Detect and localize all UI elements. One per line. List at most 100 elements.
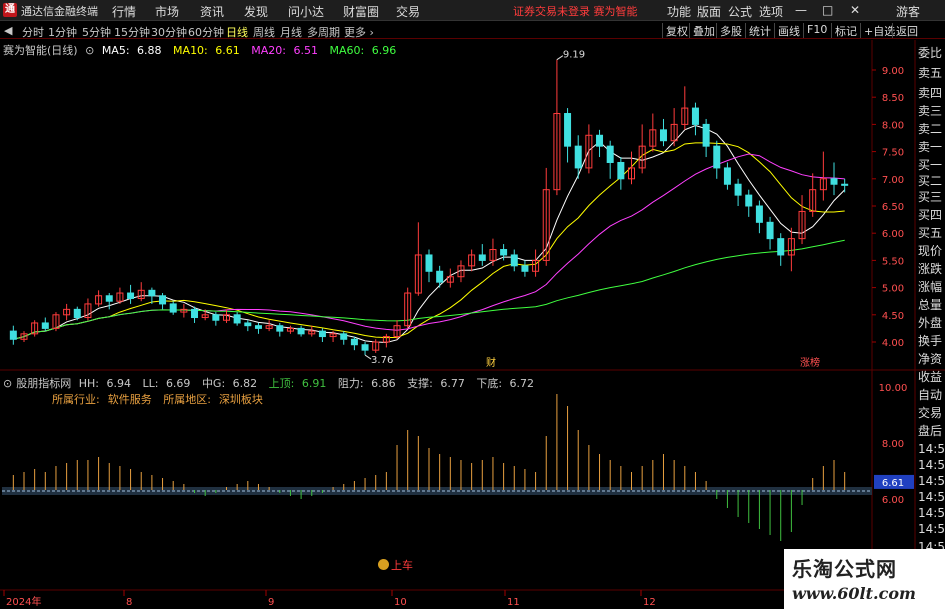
candle-body xyxy=(169,303,177,313)
side-panel-item[interactable]: 买四 xyxy=(918,206,942,223)
kline-chart[interactable]: 9.00 8.50 8.00 7.50 7.00 6.50 6.00 5.50 5.00 4.50… xyxy=(0,40,945,609)
side-panel-item[interactable]: 交易 xyxy=(918,404,942,421)
menu-item-function[interactable]: 功能 xyxy=(667,3,691,20)
menu-item-news[interactable]: 资讯 xyxy=(200,3,224,20)
menu-item-options[interactable]: 选项 xyxy=(759,3,783,20)
side-panel-item[interactable]: 买五 xyxy=(918,224,942,241)
period-tab-monthly[interactable]: 月线 xyxy=(280,24,302,40)
button-f10[interactable]: F10 xyxy=(803,23,830,38)
button-mark[interactable]: 标记 xyxy=(831,23,860,38)
side-panel-item[interactable]: 卖二 xyxy=(918,120,942,137)
side-panel-item[interactable]: 14:56 xyxy=(918,522,945,536)
menu-item-formula[interactable]: 公式 xyxy=(728,3,752,20)
date-tick-label: 12 xyxy=(643,597,656,608)
promo-text[interactable]: 证券交易未登录 赛为智能 xyxy=(513,3,638,19)
side-panel-item[interactable]: 净资 xyxy=(918,350,942,367)
side-panel-item[interactable]: 总量 xyxy=(918,296,942,313)
side-panel-item[interactable]: 卖三 xyxy=(918,102,942,119)
indicator-tick-label: 6.61 xyxy=(882,478,904,489)
side-panel-item[interactable]: 现价 xyxy=(918,242,942,259)
candle-body xyxy=(9,330,17,340)
price-tick-label: 9.00 xyxy=(882,66,904,77)
stock-name: 赛为智能 xyxy=(3,44,47,57)
candle-body xyxy=(425,254,433,272)
side-panel-item[interactable]: 买一 xyxy=(918,156,942,173)
candle-body xyxy=(659,129,667,142)
side-panel-item[interactable]: 自动 xyxy=(918,386,942,403)
side-panel-item[interactable]: 14:56 xyxy=(918,474,945,488)
candle-body xyxy=(361,344,369,351)
menu-item-exchange[interactable]: 市场 xyxy=(155,3,179,20)
collapse-icon[interactable]: ⊙ xyxy=(85,44,94,57)
candle-body xyxy=(777,238,785,256)
candle-body xyxy=(734,183,742,196)
side-panel-item[interactable]: 14:56 xyxy=(918,442,945,456)
minimize-icon[interactable]: — xyxy=(795,3,807,17)
period-tab-timeshare[interactable]: 分时 xyxy=(22,24,44,40)
side-panel-item[interactable]: 14:56 xyxy=(918,490,945,504)
side-panel-item[interactable]: 盘后 xyxy=(918,422,942,439)
period-tab-multi[interactable]: 多周期 xyxy=(307,24,340,40)
menu-item-wealth[interactable]: 财富圈 xyxy=(343,3,379,20)
menu-item-market[interactable]: 行情 xyxy=(112,3,136,20)
period-tab-30min[interactable]: 30分钟 xyxy=(151,24,187,40)
period-tab-15min[interactable]: 15分钟 xyxy=(114,24,150,40)
period-tab-more[interactable]: 更多 › xyxy=(344,24,374,40)
period-tab-weekly[interactable]: 周线 xyxy=(253,24,275,40)
toggle-icon[interactable]: ◀ xyxy=(4,24,12,37)
candle-body xyxy=(340,333,348,340)
button-overlay[interactable]: 叠加 xyxy=(689,23,718,38)
side-panel-item[interactable]: 买二 xyxy=(918,172,942,189)
money-bag-icon xyxy=(378,559,389,570)
side-panel-item[interactable]: 收益 xyxy=(918,368,942,385)
period-tab-daily[interactable]: 日线 xyxy=(226,24,248,40)
date-tick-label: 10 xyxy=(394,597,407,608)
period-tag: (日线) xyxy=(47,44,78,57)
side-panel-item[interactable]: 涨跌 xyxy=(918,260,942,277)
side-panel-item[interactable]: 卖一 xyxy=(918,138,942,155)
candle-body xyxy=(574,145,582,169)
ma20-line xyxy=(13,153,845,340)
candle-body xyxy=(841,183,849,186)
ll-value: LL: 6.69 xyxy=(142,377,191,390)
side-panel-item[interactable]: 涨幅 xyxy=(918,278,942,295)
ma10-legend: MA10: 6.61 xyxy=(173,44,240,57)
period-tab-60min[interactable]: 60分钟 xyxy=(188,24,224,40)
guest-label[interactable]: 游客 xyxy=(896,3,920,20)
period-tab-1min[interactable]: 1分钟 xyxy=(48,24,77,40)
side-panel-item[interactable]: 买三 xyxy=(918,188,942,205)
price-tick-label: 5.50 xyxy=(882,256,904,267)
resistance-value: 阻力: 6.86 xyxy=(337,377,396,390)
menu-item-trade[interactable]: 交易 xyxy=(396,3,420,20)
close-icon[interactable]: ✕ xyxy=(850,3,860,17)
button-adjust[interactable]: 复权 xyxy=(662,23,691,38)
watermark-url: www.60lt.com xyxy=(792,584,916,603)
period-tab-5min[interactable]: 5分钟 xyxy=(82,24,111,40)
industry-info: 所属行业: 软件服务 所属地区: 深圳板块 xyxy=(52,391,271,407)
side-panel-item[interactable]: 14:56 xyxy=(918,506,945,520)
candle-body xyxy=(159,295,167,305)
button-back[interactable]: 返回 xyxy=(892,23,921,38)
ma60-legend: MA60: 6.96 xyxy=(329,44,397,57)
side-panel-item[interactable]: 委比 xyxy=(918,44,942,61)
side-panel-item[interactable]: 卖五 xyxy=(918,64,942,81)
app-title: 通达信金融终端 xyxy=(21,5,98,18)
menu-item-discover[interactable]: 发现 xyxy=(244,3,268,20)
side-panel-item[interactable]: 换手 xyxy=(918,332,942,349)
collapse-icon[interactable]: ⊙ xyxy=(3,377,12,390)
menu-item-layout[interactable]: 版面 xyxy=(697,3,721,20)
indicator-tick-label: 10.00 xyxy=(879,383,908,394)
candle-body xyxy=(745,194,753,207)
candle-body xyxy=(212,314,220,321)
candle-body xyxy=(73,308,81,319)
side-panel-item[interactable]: 卖四 xyxy=(918,84,942,101)
button-stats[interactable]: 统计 xyxy=(745,23,774,38)
maximize-icon[interactable]: □ xyxy=(822,3,833,17)
menu-item-assistant[interactable]: 问小达 xyxy=(288,3,324,20)
side-panel-item[interactable]: 14:56 xyxy=(918,458,945,472)
button-multi-stock[interactable]: 多股 xyxy=(716,23,745,38)
support-value: 支撑: 6.77 xyxy=(407,377,465,390)
button-draw[interactable]: 画线 xyxy=(774,23,803,38)
side-panel-item[interactable]: 外盘 xyxy=(918,314,942,331)
candle-body xyxy=(723,167,731,185)
